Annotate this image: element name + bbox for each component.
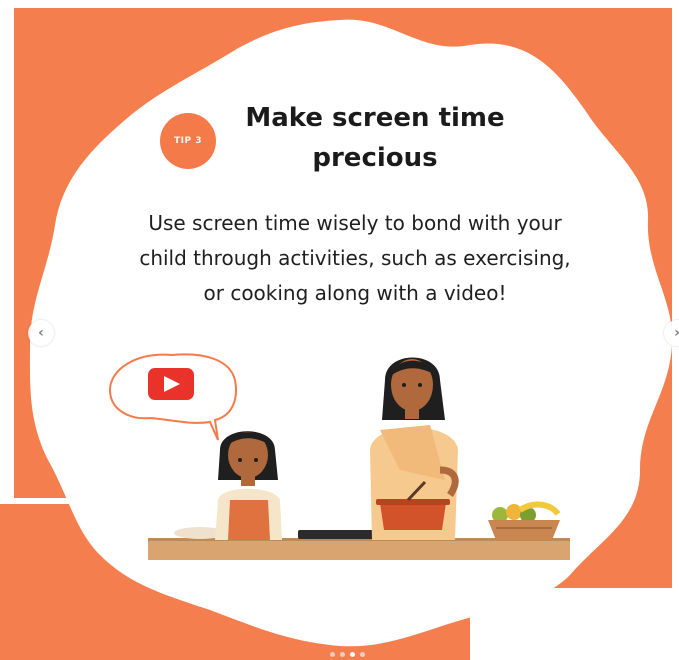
fruit-basket [488,501,561,540]
description-line-1: Use screen time wisely to bond with your [148,211,562,235]
title-line-2: precious [312,143,438,173]
slide-description: Use screen time wisely to bond with your… [60,206,650,311]
counter-top [148,540,570,560]
carousel-prev-button[interactable]: ‹ [28,320,54,346]
tip-badge-label: TIP 3 [174,136,202,146]
cooking-pot [380,503,446,530]
chevron-right-icon: › [674,325,679,341]
carousel-dots [330,652,365,657]
carousel-dot[interactable] [330,652,335,657]
left-white-strip [0,8,14,498]
pot-rim [376,499,450,505]
top-white-strip [0,0,679,8]
title-line-1: Make screen time [245,103,505,133]
carousel-dot[interactable] [350,652,355,657]
description-line-2: child through activities, such as exerci… [139,246,571,270]
carousel-dot[interactable] [360,652,365,657]
slide-title: Make screen time precious [200,98,550,178]
chevron-left-icon: ‹ [38,325,44,341]
carousel-dot[interactable] [340,652,345,657]
description-line-3: or cooking along with a video! [203,281,507,305]
